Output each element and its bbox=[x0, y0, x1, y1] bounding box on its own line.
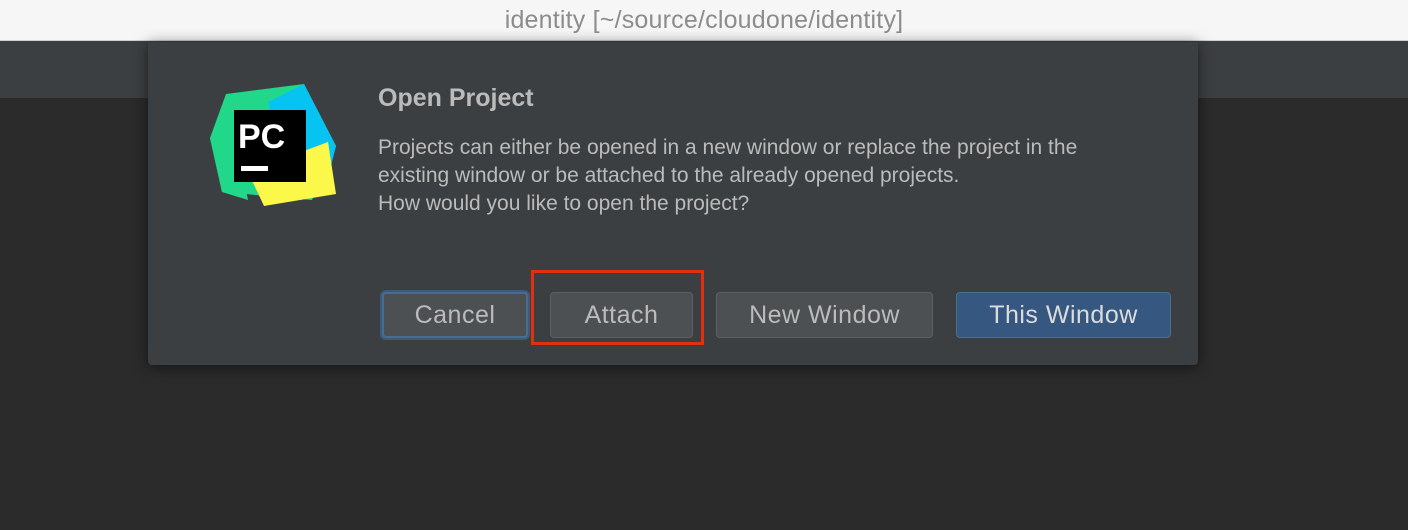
logo-text: PC bbox=[238, 118, 285, 156]
window-titlebar: identity [~/source/cloudone/identity] bbox=[0, 0, 1408, 41]
dialog-message: Projects can either be opened in a new w… bbox=[378, 134, 1178, 218]
dialog-message-line-1: Projects can either be opened in a new w… bbox=[378, 136, 1078, 159]
open-project-dialog: PC Open Project Projects can either be o… bbox=[148, 42, 1198, 365]
window-title: identity [~/source/cloudone/identity] bbox=[504, 5, 904, 34]
attach-button[interactable]: Attach bbox=[550, 292, 693, 338]
this-window-button[interactable]: This Window bbox=[956, 292, 1171, 338]
dialog-title: Open Project bbox=[378, 84, 534, 112]
logo-underscore bbox=[241, 166, 268, 171]
dialog-message-line-2: existing window or be attached to the al… bbox=[378, 164, 960, 187]
pycharm-logo-icon: PC bbox=[210, 84, 336, 206]
cancel-button[interactable]: Cancel bbox=[382, 292, 528, 338]
dialog-message-line-3: How would you like to open the project? bbox=[378, 192, 750, 215]
new-window-button[interactable]: New Window bbox=[716, 292, 933, 338]
